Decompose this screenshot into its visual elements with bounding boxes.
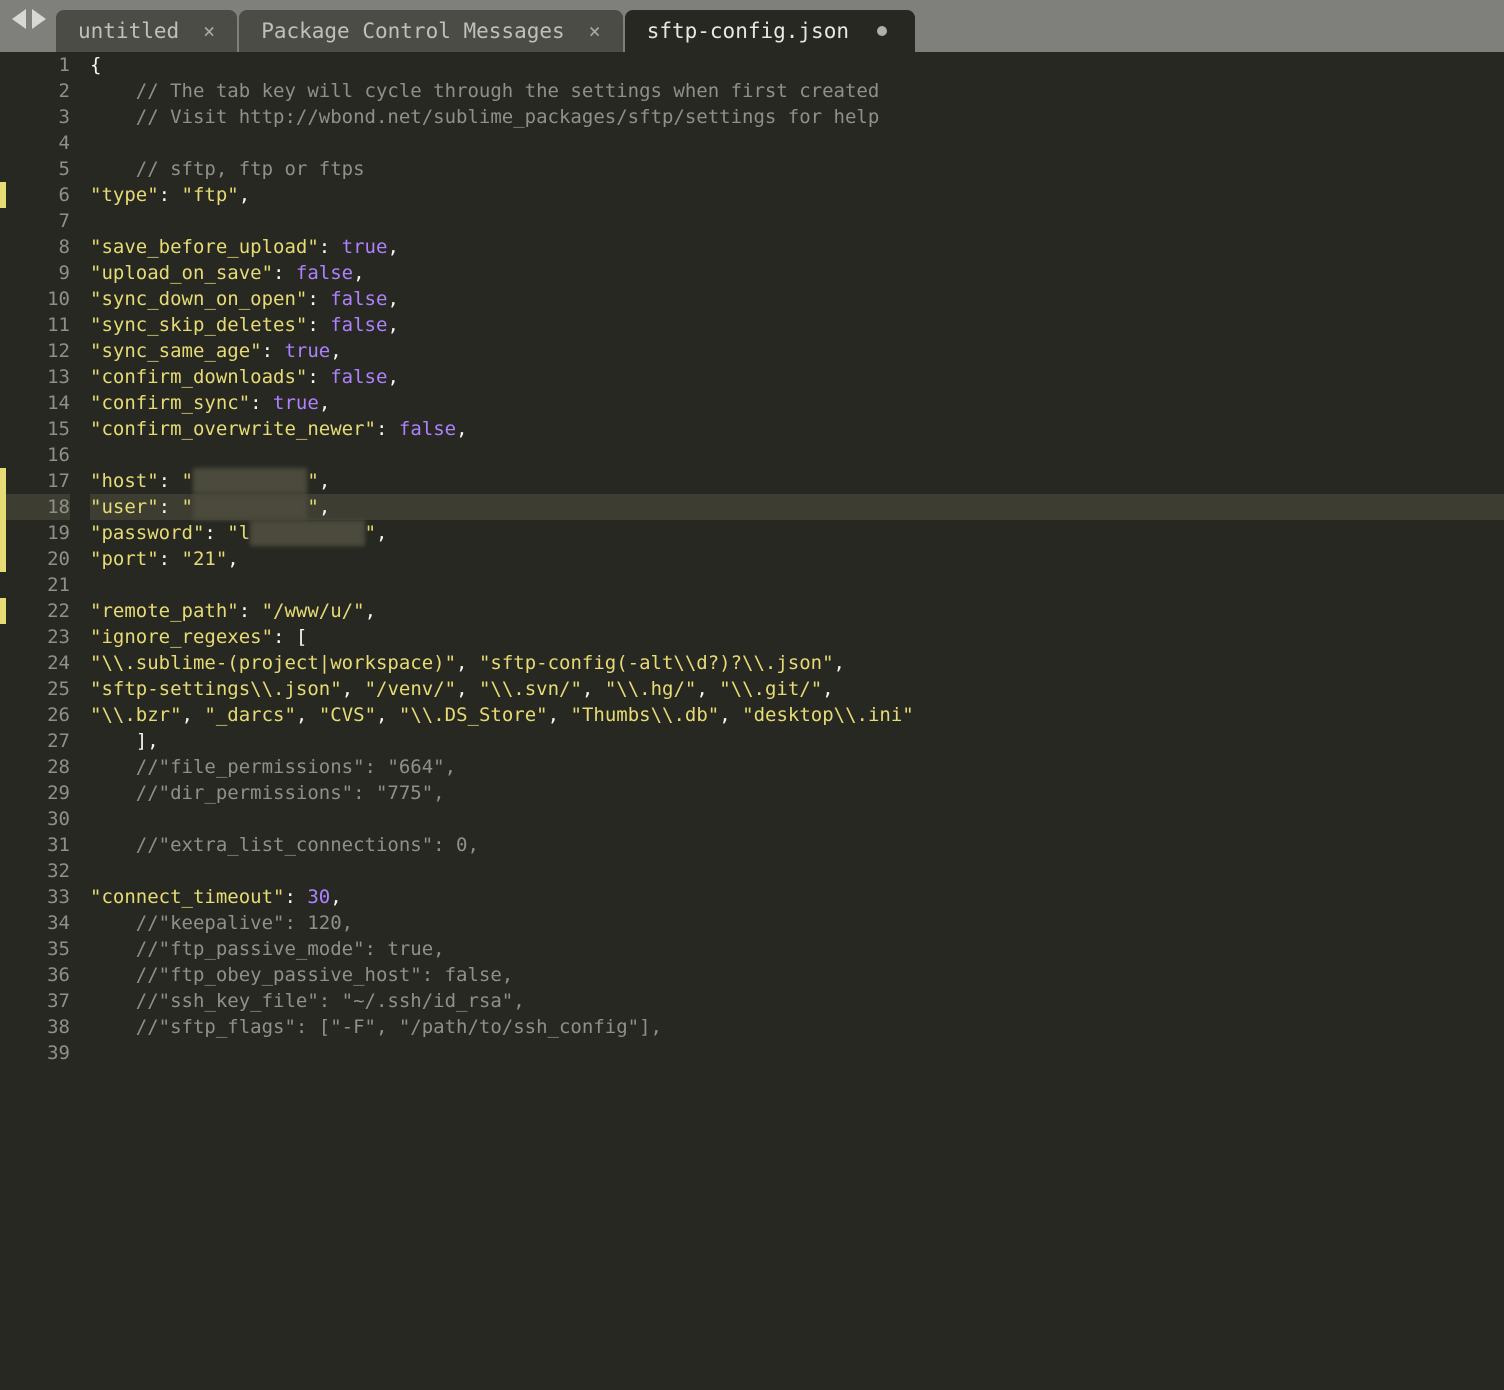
- code-line[interactable]: "sync_same_age": true,: [90, 338, 1504, 364]
- editor: 1234567891011121314151617181920212223242…: [0, 52, 1504, 1390]
- dirty-indicator-icon: [877, 26, 887, 36]
- line-number[interactable]: 9: [0, 260, 70, 286]
- code-line[interactable]: //"dir_permissions": "775",: [90, 780, 1504, 806]
- code-line[interactable]: ],: [90, 728, 1504, 754]
- line-number[interactable]: 11: [0, 312, 70, 338]
- code-line[interactable]: // sftp, ftp or ftps: [90, 156, 1504, 182]
- tab-bar: untitled × Package Control Messages × sf…: [0, 0, 1504, 52]
- tab-label: Package Control Messages: [261, 18, 564, 44]
- line-number[interactable]: 16: [0, 442, 70, 468]
- line-number[interactable]: 8: [0, 234, 70, 260]
- line-number[interactable]: 14: [0, 390, 70, 416]
- code-line[interactable]: [90, 806, 1504, 832]
- line-number[interactable]: 36: [0, 962, 70, 988]
- line-number[interactable]: 18: [0, 494, 70, 520]
- tab-package-control-messages[interactable]: Package Control Messages ×: [239, 10, 622, 52]
- line-number[interactable]: 35: [0, 936, 70, 962]
- code-line[interactable]: //"sftp_flags": ["-F", "/path/to/ssh_con…: [90, 1014, 1504, 1040]
- line-number[interactable]: 33: [0, 884, 70, 910]
- tab-nav-arrows: [0, 0, 56, 52]
- line-number[interactable]: 37: [0, 988, 70, 1014]
- code-line[interactable]: [90, 442, 1504, 468]
- code-line[interactable]: //"ftp_obey_passive_host": false,: [90, 962, 1504, 988]
- code-line[interactable]: [90, 572, 1504, 598]
- close-icon[interactable]: ×: [589, 18, 601, 44]
- line-number[interactable]: 22: [0, 598, 70, 624]
- code-line[interactable]: "sync_down_on_open": false,: [90, 286, 1504, 312]
- code-line[interactable]: "host": "xxxxxxxxxx",: [90, 468, 1504, 494]
- line-number[interactable]: 5: [0, 156, 70, 182]
- code-line[interactable]: "connect_timeout": 30,: [90, 884, 1504, 910]
- line-number[interactable]: 19: [0, 520, 70, 546]
- code-line[interactable]: [90, 1040, 1504, 1066]
- code-line[interactable]: "sync_skip_deletes": false,: [90, 312, 1504, 338]
- code-line[interactable]: "confirm_downloads": false,: [90, 364, 1504, 390]
- line-number[interactable]: 1: [0, 52, 70, 78]
- line-number[interactable]: 7: [0, 208, 70, 234]
- code-line[interactable]: "upload_on_save": false,: [90, 260, 1504, 286]
- line-number[interactable]: 6: [0, 182, 70, 208]
- code-line[interactable]: "save_before_upload": true,: [90, 234, 1504, 260]
- tab-untitled[interactable]: untitled ×: [56, 10, 237, 52]
- line-number-gutter[interactable]: 1234567891011121314151617181920212223242…: [0, 52, 84, 1390]
- line-number[interactable]: 4: [0, 130, 70, 156]
- code-line[interactable]: //"extra_list_connections": 0,: [90, 832, 1504, 858]
- code-line[interactable]: //"ssh_key_file": "~/.ssh/id_rsa",: [90, 988, 1504, 1014]
- code-line[interactable]: "confirm_sync": true,: [90, 390, 1504, 416]
- code-line[interactable]: // The tab key will cycle through the se…: [90, 78, 1504, 104]
- line-number[interactable]: 27: [0, 728, 70, 754]
- line-number[interactable]: 24: [0, 650, 70, 676]
- line-number[interactable]: 34: [0, 910, 70, 936]
- code-line[interactable]: [90, 208, 1504, 234]
- line-number[interactable]: 31: [0, 832, 70, 858]
- code-line[interactable]: {: [90, 52, 1504, 78]
- line-number[interactable]: 12: [0, 338, 70, 364]
- code-line[interactable]: //"ftp_passive_mode": true,: [90, 936, 1504, 962]
- line-number[interactable]: 15: [0, 416, 70, 442]
- code-line[interactable]: "confirm_overwrite_newer": false,: [90, 416, 1504, 442]
- tab-nav-prev-icon[interactable]: [12, 9, 26, 29]
- code-line[interactable]: [90, 858, 1504, 884]
- line-number[interactable]: 17: [0, 468, 70, 494]
- line-number[interactable]: 2: [0, 78, 70, 104]
- code-line[interactable]: [90, 130, 1504, 156]
- tab-nav-next-icon[interactable]: [32, 9, 46, 29]
- tab-sftp-config[interactable]: sftp-config.json: [625, 10, 915, 52]
- line-number[interactable]: 20: [0, 546, 70, 572]
- line-number[interactable]: 32: [0, 858, 70, 884]
- code-line[interactable]: "user": "xxxxxxxxxx",: [90, 494, 1504, 520]
- code-line[interactable]: "sftp-settings\\.json", "/venv/", "\\.sv…: [90, 676, 1504, 702]
- code-line[interactable]: "\\.bzr", "_darcs", "CVS", "\\.DS_Store"…: [90, 702, 1504, 728]
- code-line[interactable]: "password": "lxxxxxxxxxx",: [90, 520, 1504, 546]
- code-line[interactable]: "\\.sublime-(project|workspace)", "sftp-…: [90, 650, 1504, 676]
- code-line[interactable]: "type": "ftp",: [90, 182, 1504, 208]
- code-line[interactable]: "remote_path": "/www/u/",: [90, 598, 1504, 624]
- close-icon[interactable]: ×: [203, 18, 215, 44]
- line-number[interactable]: 30: [0, 806, 70, 832]
- line-number[interactable]: 29: [0, 780, 70, 806]
- line-number[interactable]: 39: [0, 1040, 70, 1066]
- code-line[interactable]: // Visit http://wbond.net/sublime_packag…: [90, 104, 1504, 130]
- line-number[interactable]: 10: [0, 286, 70, 312]
- tab-label: untitled: [78, 18, 179, 44]
- line-number[interactable]: 38: [0, 1014, 70, 1040]
- line-number[interactable]: 25: [0, 676, 70, 702]
- code-line[interactable]: "ignore_regexes": [: [90, 624, 1504, 650]
- code-line[interactable]: //"keepalive": 120,: [90, 910, 1504, 936]
- code-line[interactable]: "port": "21",: [90, 546, 1504, 572]
- line-number[interactable]: 26: [0, 702, 70, 728]
- line-number[interactable]: 3: [0, 104, 70, 130]
- code-line[interactable]: //"file_permissions": "664",: [90, 754, 1504, 780]
- line-number[interactable]: 21: [0, 572, 70, 598]
- line-number[interactable]: 23: [0, 624, 70, 650]
- line-number[interactable]: 28: [0, 754, 70, 780]
- line-number[interactable]: 13: [0, 364, 70, 390]
- code-area[interactable]: { // The tab key will cycle through the …: [84, 52, 1504, 1390]
- tab-label: sftp-config.json: [647, 18, 849, 44]
